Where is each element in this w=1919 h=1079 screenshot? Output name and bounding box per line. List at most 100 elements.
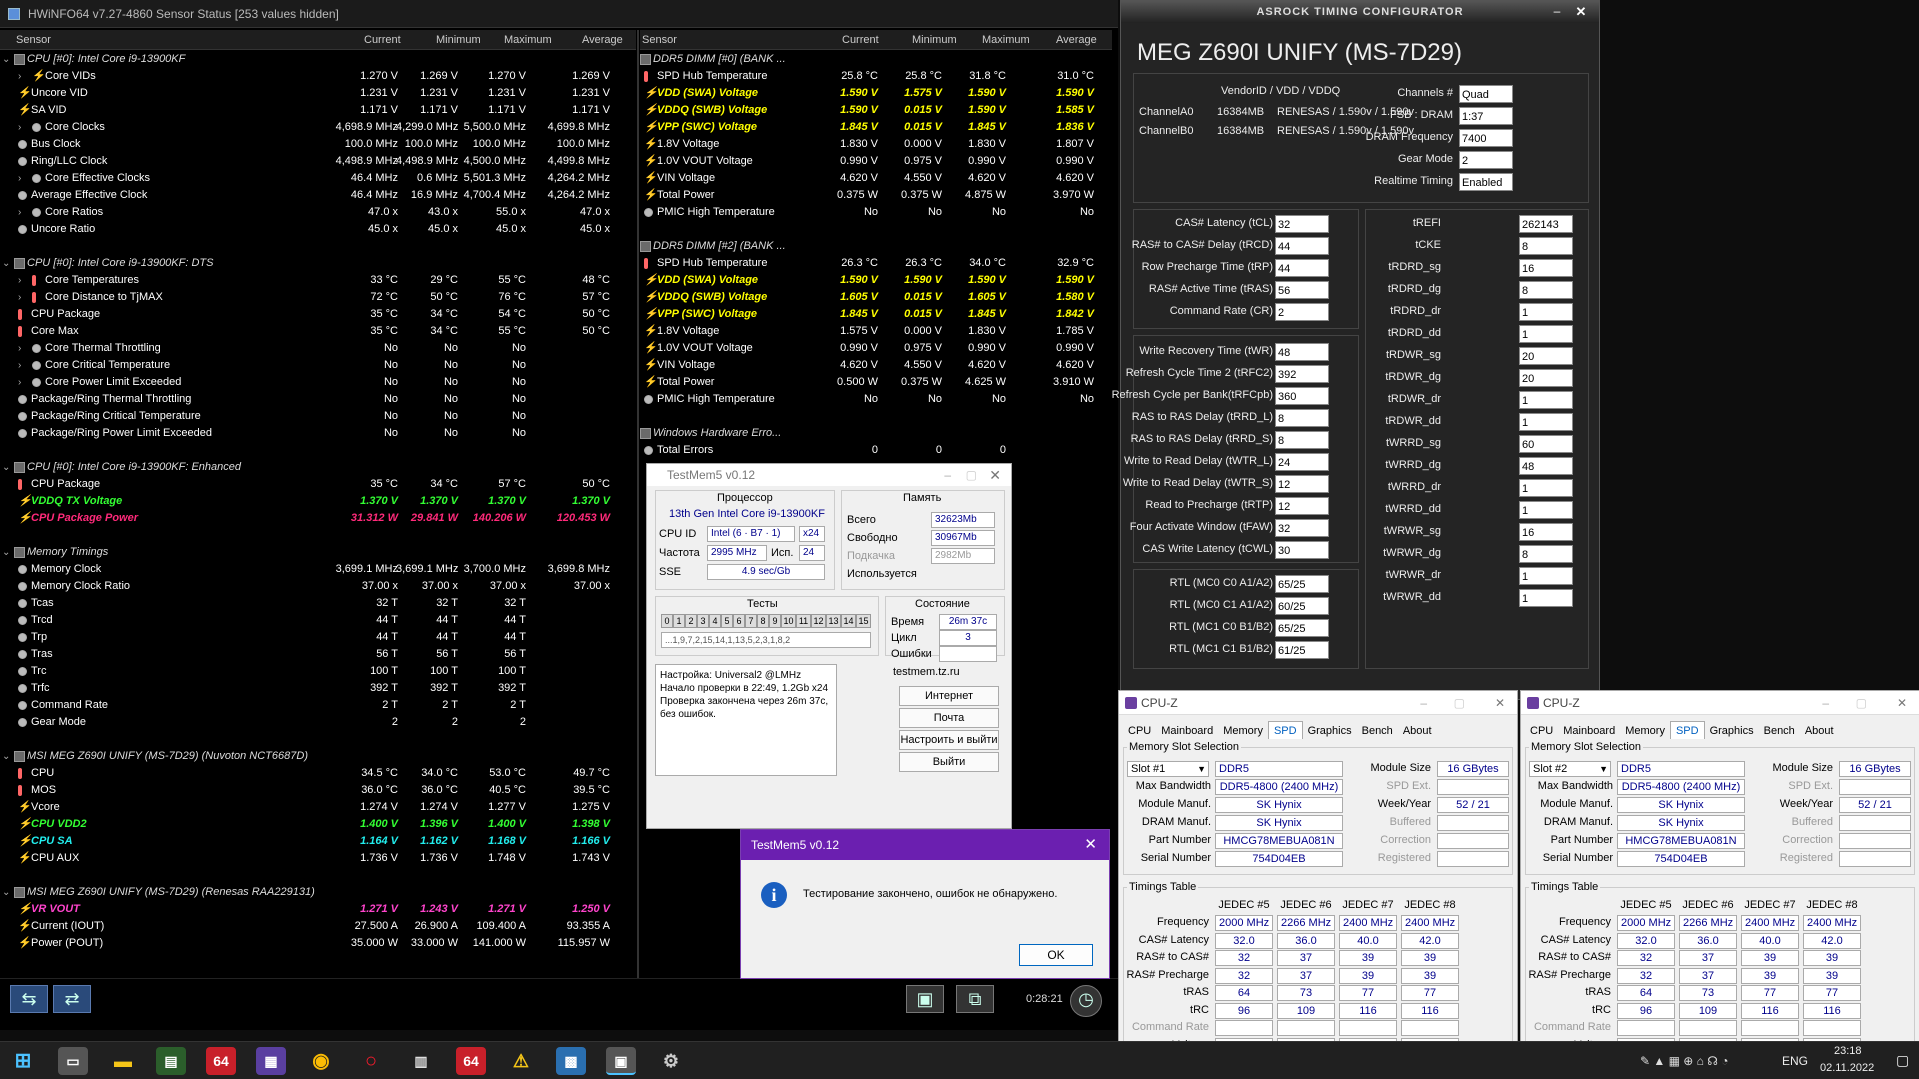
- explorer-icon[interactable]: ▬: [108, 1047, 138, 1075]
- clock-time[interactable]: 23:18: [1834, 1045, 1862, 1057]
- expand-chevron-icon[interactable]: ›: [18, 289, 28, 306]
- sensor-group-row[interactable]: ⌄ MSI MEG Z690I UNIFY (MS-7D29) (Renesas …: [0, 884, 636, 901]
- left-sensor-list[interactable]: ⌄ CPU [#0]: Intel Core i9-13900KF › ⚡ Core V…: [0, 51, 636, 976]
- expand-arrows-button[interactable]: ⇆: [10, 985, 48, 1013]
- sensor-row[interactable]: ⚡ VDDQ (SWB) Voltage 1.590 V 0.015 V 1.590 V…: [640, 102, 1112, 119]
- sensor-row[interactable]: ⚡ Power (POUT) 35.000 W 33.000 W 141.000 W 11…: [0, 935, 636, 952]
- minimize-icon[interactable]: –: [1420, 691, 1427, 715]
- exit-button[interactable]: Выйти: [899, 752, 999, 772]
- timing-field[interactable]: 8: [1275, 409, 1329, 427]
- slot-select[interactable]: Slot #2 ▼: [1529, 761, 1611, 777]
- start-icon[interactable]: ⊞: [8, 1047, 38, 1075]
- chip-app-icon[interactable]: ▦: [256, 1047, 286, 1075]
- col-average[interactable]: Average: [582, 30, 623, 50]
- col-maximum-r[interactable]: Maximum: [982, 30, 1030, 50]
- clock-date[interactable]: 02.11.2022: [1820, 1062, 1874, 1074]
- sensor-group-row[interactable]: ⌄ CPU [#0]: Intel Core i9-13900KF: [0, 51, 636, 68]
- maximize-icon[interactable]: ▢: [1454, 691, 1465, 715]
- chevron-down-icon[interactable]: ▼: [1599, 762, 1608, 776]
- sensor-row[interactable]: SPD Hub Temperature 26.3 °C 26.3 °C 34.0 °C…: [640, 255, 1112, 272]
- sensor-row[interactable]: ⚡ VDD (SWA) Voltage 1.590 V 1.590 V 1.590 V 1…: [640, 272, 1112, 289]
- sensor-row[interactable]: Trp 44 T 44 T 44 T: [0, 629, 636, 646]
- timing-field[interactable]: 1: [1519, 325, 1573, 343]
- timing-field[interactable]: 20: [1519, 369, 1573, 387]
- sensor-row[interactable]: Command Rate 2 T 2 T 2 T: [0, 697, 636, 714]
- right-sensor-list[interactable]: ⌄DDR5 DIMM [#0] (BANK ...SPD Hub Tempera…: [640, 51, 1112, 461]
- notification-icon[interactable]: ▢: [1896, 1052, 1909, 1069]
- timing-field[interactable]: 56: [1275, 281, 1329, 299]
- col-current[interactable]: Current: [364, 30, 401, 50]
- col-sensor[interactable]: Sensor: [16, 30, 51, 50]
- info-field[interactable]: 7400: [1459, 129, 1513, 147]
- sensor-row[interactable]: ⚡ CPU AUX 1.736 V 1.736 V 1.748 V 1.743 V: [0, 850, 636, 867]
- timing-field[interactable]: 1: [1519, 589, 1573, 607]
- sensor-row[interactable]: ⚡ VR VOUT 1.271 V 1.243 V 1.271 V 1.250 V: [0, 901, 636, 918]
- close-icon[interactable]: ✕: [1897, 691, 1907, 715]
- sensor-row[interactable]: ⚡ VDDQ TX Voltage 1.370 V 1.370 V 1.370 V 1.3…: [0, 493, 636, 510]
- maximize-icon[interactable]: ▢: [966, 464, 977, 486]
- opera-icon[interactable]: ○: [356, 1047, 386, 1075]
- network-icon[interactable]: ⧉: [956, 985, 994, 1013]
- tab-memory[interactable]: Memory: [1218, 722, 1268, 740]
- sensor-row[interactable]: Trcd 44 T 44 T 44 T: [0, 612, 636, 629]
- pane-divider[interactable]: [637, 30, 639, 978]
- col-sensor-r[interactable]: Sensor: [642, 30, 677, 50]
- cpuz-app-icon[interactable]: ▩: [556, 1047, 586, 1075]
- timing-field[interactable]: 24: [1275, 453, 1329, 471]
- right-pane-header[interactable]: Sensor Current Minimum Maximum Average: [640, 30, 1112, 50]
- tab-graphics[interactable]: Graphics: [1705, 722, 1759, 740]
- timing-field[interactable]: 1: [1519, 479, 1573, 497]
- language-indicator[interactable]: ENG: [1782, 1054, 1808, 1068]
- tab-bench[interactable]: Bench: [1357, 722, 1398, 740]
- timing-field[interactable]: 2: [1275, 303, 1329, 321]
- timing-field[interactable]: 65/25: [1275, 619, 1329, 637]
- maximize-icon[interactable]: ▢: [1856, 691, 1867, 715]
- clock-icon[interactable]: ◷: [1070, 985, 1102, 1017]
- sensor-row[interactable]: ⚡ 1.0V VOUT Voltage 0.990 V 0.975 V 0.990 V 0…: [640, 153, 1112, 170]
- collapse-chevron-icon[interactable]: ⌄: [2, 459, 12, 476]
- info-field[interactable]: Quad: [1459, 85, 1513, 103]
- sensor-row[interactable]: › Core Temperatures 33 °C 29 °C 55 °C 48 °C: [0, 272, 636, 289]
- internet-button[interactable]: Интернет: [899, 686, 999, 706]
- ok-button[interactable]: OK: [1019, 944, 1093, 966]
- minimize-icon[interactable]: –: [1822, 691, 1829, 715]
- sensor-row[interactable]: ⚡ VDD (SWA) Voltage 1.590 V 1.575 V 1.590 V 1…: [640, 85, 1112, 102]
- expand-chevron-icon[interactable]: ›: [18, 68, 28, 85]
- tab-about[interactable]: About: [1398, 722, 1437, 740]
- sensor-row[interactable]: ⚡ Total Power 0.375 W 0.375 W 4.875 W 3.970 W: [640, 187, 1112, 204]
- aida64-icon-2[interactable]: 64: [456, 1047, 486, 1075]
- timing-field[interactable]: 8: [1275, 431, 1329, 449]
- timing-field[interactable]: 8: [1519, 281, 1573, 299]
- timing-field[interactable]: 392: [1275, 365, 1329, 383]
- collapse-chevron-icon[interactable]: ⌄: [2, 748, 12, 765]
- sensor-row[interactable]: ⚡ CPU Package Power 31.312 W 29.841 W 140.20…: [0, 510, 636, 527]
- close-icon[interactable]: ✕: [1495, 691, 1505, 715]
- sensor-row[interactable]: ⚡ Vcore 1.274 V 1.274 V 1.277 V 1.275 V: [0, 799, 636, 816]
- sensor-row[interactable]: › Core Effective Clocks 46.4 MHz 0.6 MHz 5,5…: [0, 170, 636, 187]
- timing-field[interactable]: 1: [1519, 391, 1573, 409]
- sensor-row[interactable]: Bus Clock 100.0 MHz 100.0 MHz 100.0 MHz 100.…: [0, 136, 636, 153]
- sensor-row[interactable]: ⚡ 1.8V Voltage 1.830 V 0.000 V 1.830 V 1.807 …: [640, 136, 1112, 153]
- sensor-row[interactable]: MOS 36.0 °C 36.0 °C 40.5 °C 39.5 °C: [0, 782, 636, 799]
- tab-cpu[interactable]: CPU: [1525, 722, 1558, 740]
- sensor-row[interactable]: ⚡ VPP (SWC) Voltage 1.845 V 0.015 V 1.845 V 1…: [640, 119, 1112, 136]
- sensor-row[interactable]: Total Errors 0 0 0: [640, 442, 1112, 459]
- sensor-row[interactable]: ⚡ 1.8V Voltage 1.575 V 0.000 V 1.830 V 1.785 …: [640, 323, 1112, 340]
- timing-field[interactable]: 48: [1519, 457, 1573, 475]
- timing-field[interactable]: 1: [1519, 501, 1573, 519]
- sensor-row[interactable]: Gear Mode 2 2 2: [0, 714, 636, 731]
- sensor-row[interactable]: › Core Critical Temperature No No No: [0, 357, 636, 374]
- info-field[interactable]: 1:37: [1459, 107, 1513, 125]
- timing-field[interactable]: 8: [1519, 545, 1573, 563]
- timing-field[interactable]: 8: [1519, 237, 1573, 255]
- expand-chevron-icon[interactable]: ›: [18, 119, 28, 136]
- configure-exit-button[interactable]: Настроить и выйти: [899, 730, 999, 750]
- col-average-r[interactable]: Average: [1056, 30, 1097, 50]
- sensor-row[interactable]: Trfc 392 T 392 T 392 T: [0, 680, 636, 697]
- sensor-row[interactable]: › Core Power Limit Exceeded No No No: [0, 374, 636, 391]
- timing-field[interactable]: 44: [1275, 237, 1329, 255]
- sensor-row[interactable]: Memory Clock 3,699.1 MHz 3,699.1 MHz 3,700.…: [0, 561, 636, 578]
- tray-icons[interactable]: ✎ ▲ ▦ ⊕ ⌂ ☊ ◔: [1640, 1054, 1728, 1068]
- timing-field[interactable]: 1: [1519, 303, 1573, 321]
- expand-chevron-icon[interactable]: ›: [18, 374, 28, 391]
